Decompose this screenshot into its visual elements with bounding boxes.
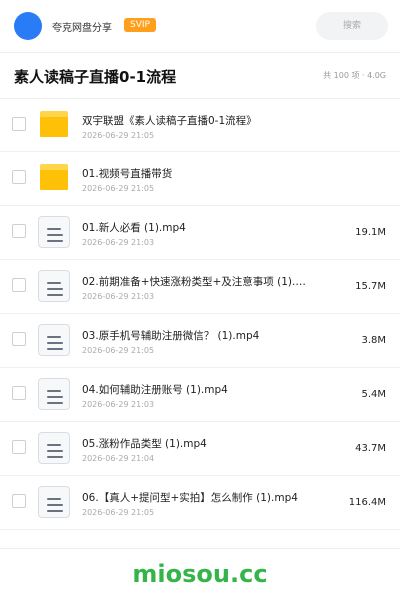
folder-icon: [38, 162, 70, 194]
watermark-logo: miosou.cc: [132, 560, 268, 588]
file-date: 2026-06-29 21:05: [82, 508, 155, 517]
file-size: 19.1M: [355, 227, 386, 238]
row-checkbox[interactable]: [12, 170, 26, 184]
page-title: 素人读稿子直播0-1流程: [14, 68, 177, 86]
row-checkbox[interactable]: [12, 224, 26, 238]
row-checkbox[interactable]: [12, 332, 26, 346]
avatar[interactable]: [14, 12, 42, 40]
list-item[interactable]: 03.原手机号辅助注册微信？ (1).mp4 2026-06-29 21:05 …: [0, 314, 400, 368]
header: 夸克网盘分享 SVIP 搜索: [0, 0, 400, 52]
document-icon: [38, 216, 70, 248]
row-checkbox[interactable]: [12, 440, 26, 454]
document-icon: [38, 324, 70, 356]
list-item[interactable]: 01.新人必看 (1).mp4 2026-06-29 21:03 19.1M: [0, 206, 400, 260]
list-item[interactable]: 02.前期准备+快速涨粉类型+及注意事项 (1).… 2026-06-29 21…: [0, 260, 400, 314]
document-icon: [38, 432, 70, 464]
footer-divider: [0, 548, 400, 549]
list-item[interactable]: 04.如何辅助注册账号 (1).mp4 2026-06-29 21:03 5.4…: [0, 368, 400, 422]
list-item[interactable]: 双宇联盟《素人读稿子直播0-1流程》 2026-06-29 21:05: [0, 98, 400, 152]
list-item[interactable]: 05.涨粉作品类型 (1).mp4 2026-06-29 21:04 43.7M: [0, 422, 400, 476]
file-size: 5.4M: [361, 389, 386, 400]
file-date: 2026-06-29 21:03: [82, 400, 155, 409]
document-icon: [38, 270, 70, 302]
file-size: 43.7M: [355, 443, 386, 454]
file-size: 116.4M: [348, 497, 386, 508]
row-checkbox[interactable]: [12, 278, 26, 292]
file-size: 15.7M: [355, 281, 386, 292]
row-checkbox[interactable]: [12, 117, 26, 131]
list-item[interactable]: 06.【真人+提问型+实拍】怎么制作 (1).mp4 2026-06-29 21…: [0, 476, 400, 530]
file-date: 2026-06-29 21:03: [82, 238, 155, 247]
row-checkbox[interactable]: [12, 386, 26, 400]
user-name: 夸克网盘分享: [52, 23, 112, 34]
file-name: 05.涨粉作品类型 (1).mp4: [82, 438, 207, 450]
file-list: 双宇联盟《素人读稿子直播0-1流程》 2026-06-29 21:05 01.视…: [0, 98, 400, 530]
file-name: 04.如何辅助注册账号 (1).mp4: [82, 384, 228, 396]
header-divider: [0, 52, 400, 53]
file-name: 06.【真人+提问型+实拍】怎么制作 (1).mp4: [82, 492, 298, 504]
file-name: 02.前期准备+快速涨粉类型+及注意事项 (1).…: [82, 276, 306, 288]
document-icon: [38, 486, 70, 518]
file-name: 03.原手机号辅助注册微信？ (1).mp4: [82, 330, 260, 342]
file-date: 2026-06-29 21:05: [82, 346, 155, 355]
folder-meta: 共 100 项 · 4.0G: [323, 71, 386, 80]
row-checkbox[interactable]: [12, 494, 26, 508]
folder-icon: [38, 109, 70, 141]
file-name: 01.新人必看 (1).mp4: [82, 222, 186, 234]
search-input[interactable]: 搜索: [316, 12, 388, 40]
file-name: 双宇联盟《素人读稿子直播0-1流程》: [82, 115, 257, 127]
file-date: 2026-06-29 21:03: [82, 292, 155, 301]
file-size: 3.8M: [361, 335, 386, 346]
file-date: 2026-06-29 21:04: [82, 454, 155, 463]
list-item[interactable]: 01.视频号直播带货 2026-06-29 21:05: [0, 152, 400, 206]
document-icon: [38, 378, 70, 410]
file-name: 01.视频号直播带货: [82, 168, 173, 180]
file-date: 2026-06-29 21:05: [82, 184, 155, 193]
file-date: 2026-06-29 21:05: [82, 131, 155, 140]
svip-badge: SVIP: [124, 18, 156, 32]
